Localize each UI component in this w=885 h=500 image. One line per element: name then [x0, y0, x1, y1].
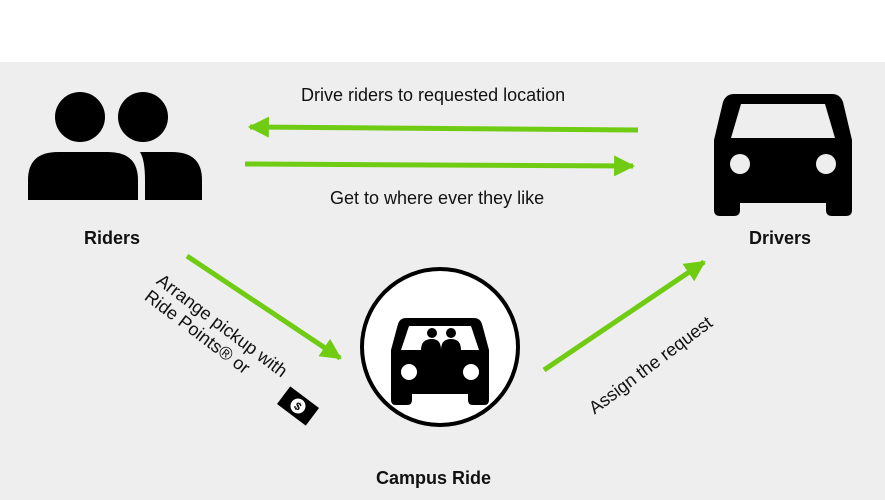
edge-label-drive-riders: Drive riders to requested location [301, 85, 566, 105]
campus-ride-label: Campus Ride [376, 468, 492, 488]
group-people-icon [28, 92, 202, 200]
arrow-riders-to-drivers [244, 155, 636, 177]
riders-label: Riders [84, 228, 141, 248]
drivers-label: Drivers [749, 228, 812, 248]
dollar-bill-icon: $ [277, 386, 319, 426]
car-icon [714, 94, 852, 216]
arrow-drivers-to-riders [247, 116, 639, 138]
edge-label-get-to-where: Get to where ever they like [330, 188, 545, 208]
diagram-canvas: $ [28, 92, 852, 427]
car-with-passengers-icon [360, 267, 520, 427]
